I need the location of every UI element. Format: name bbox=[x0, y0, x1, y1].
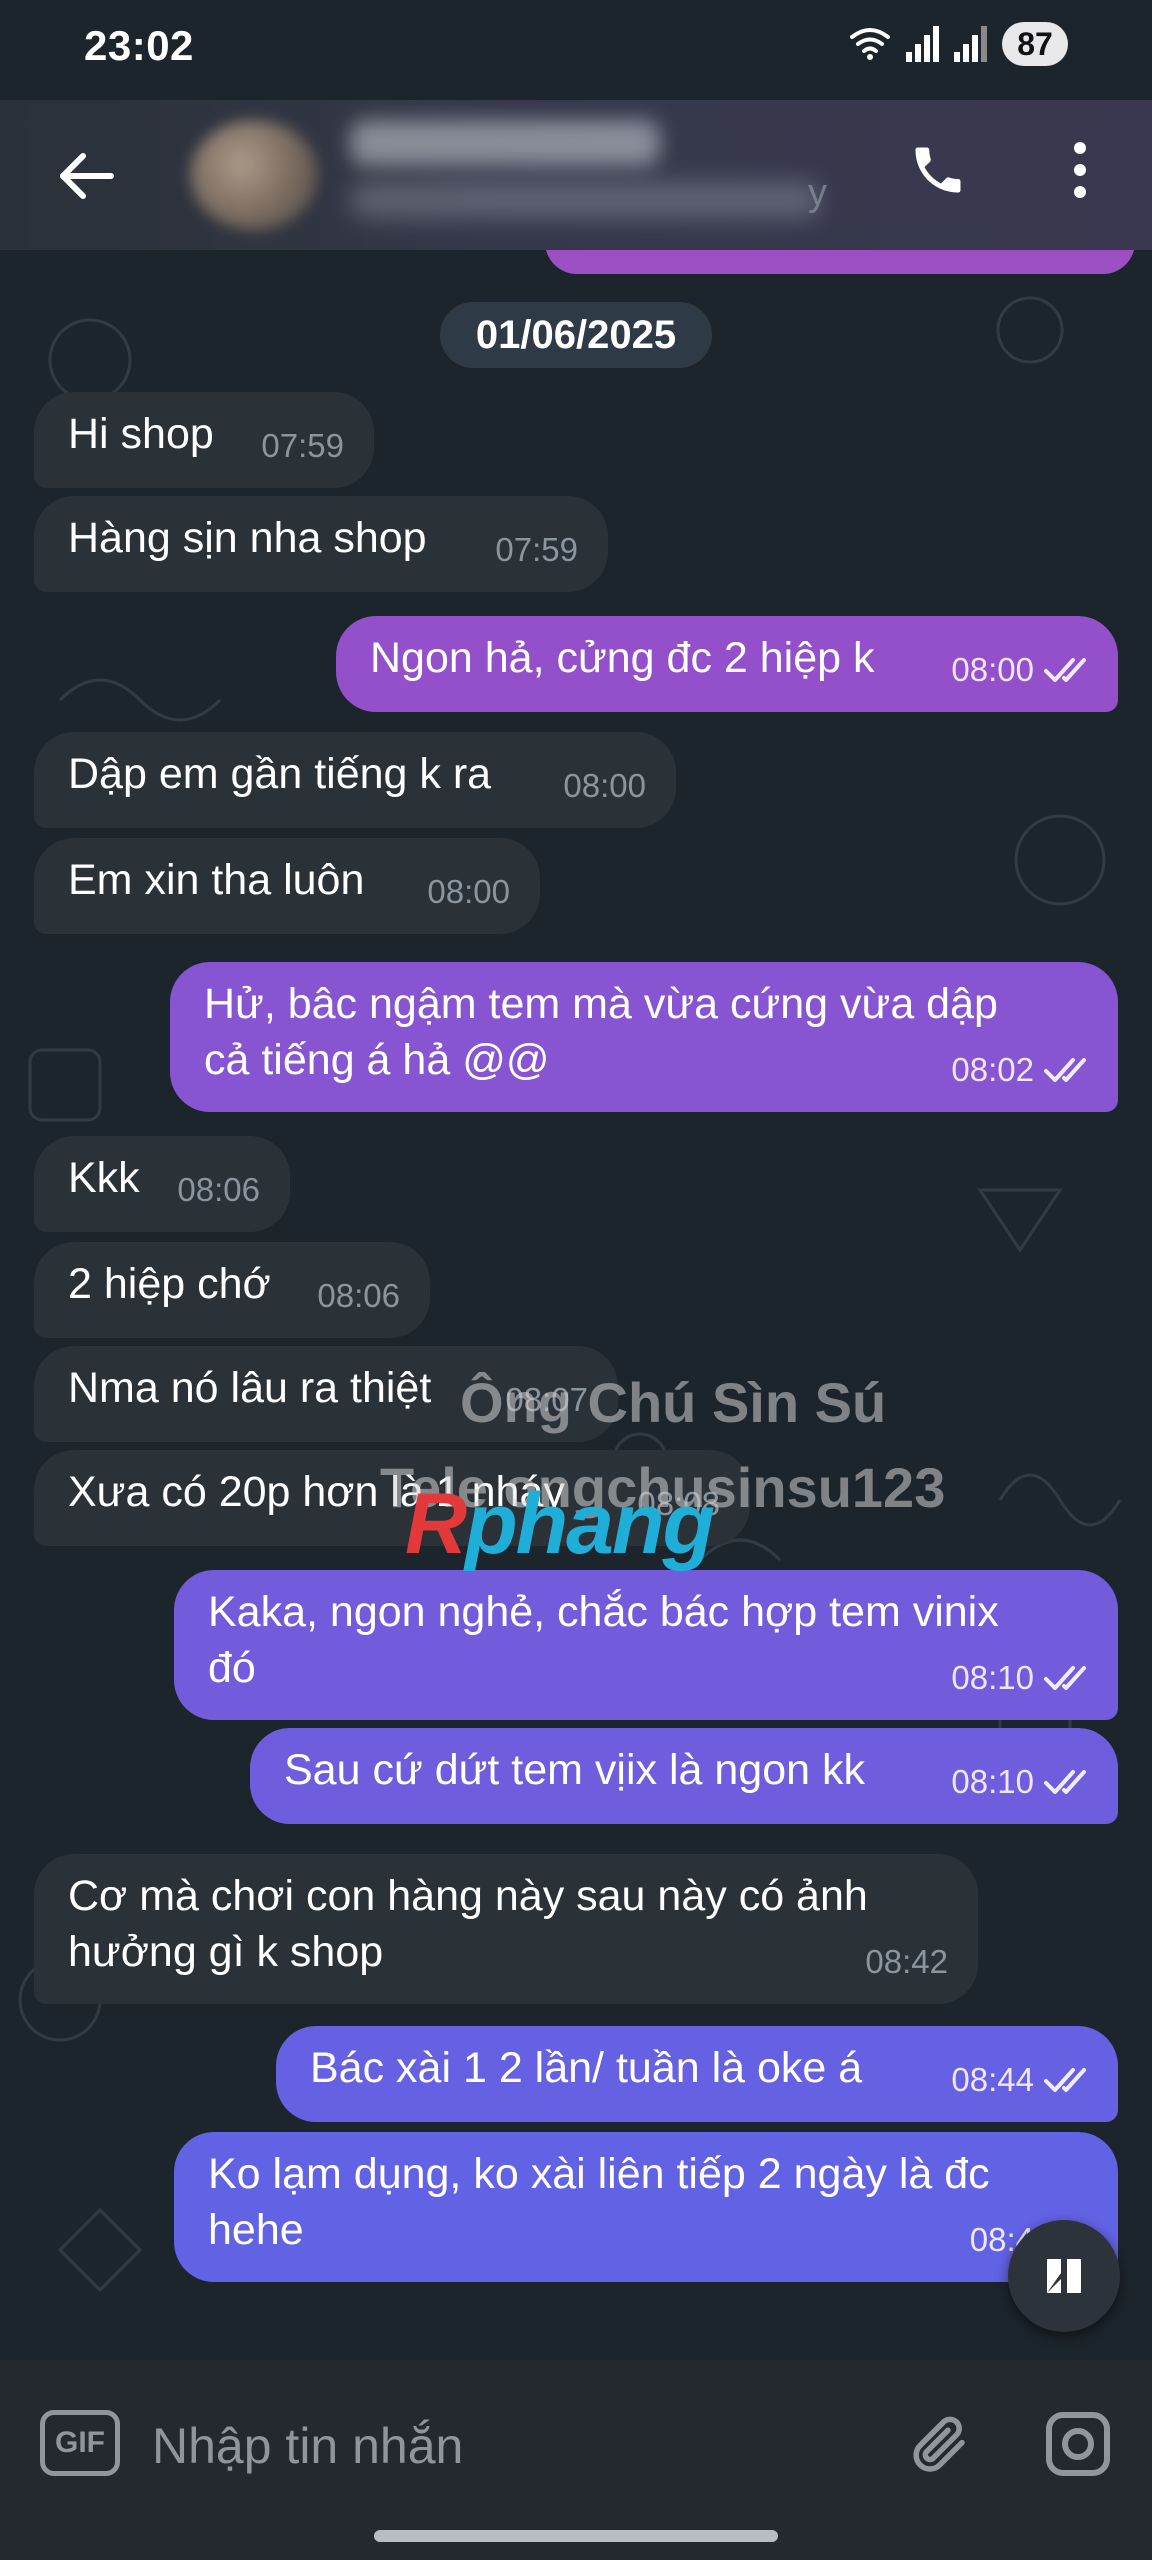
message-bubble-incoming[interactable]: Kkk 08:06 bbox=[34, 1136, 290, 1232]
message-bubble-incoming[interactable]: Hi shop 07:59 bbox=[34, 392, 374, 488]
message-meta: 08:42 bbox=[865, 1934, 948, 1990]
message-text: Dập em gần tiếng k ra bbox=[68, 750, 492, 798]
message-time: 07:59 bbox=[495, 531, 578, 568]
message-time: 08:00 bbox=[563, 767, 646, 804]
signal-icon bbox=[906, 26, 939, 62]
message-meta: 08:00 bbox=[951, 642, 1096, 698]
message-time: 08:06 bbox=[177, 1171, 260, 1208]
message-time: 08:42 bbox=[865, 1943, 948, 1980]
read-receipt-icon bbox=[1044, 2068, 1086, 2092]
message-meta: 07:59 bbox=[495, 522, 578, 578]
contact-avatar[interactable] bbox=[190, 120, 318, 230]
watermark-line1: Ông Chú Sìn Sú bbox=[460, 1371, 887, 1434]
message-list[interactable]: 01/06/2025 Hi shop 07:59 Hàng sịn nha shop… bbox=[0, 250, 1152, 2360]
message-time: 08:00 bbox=[427, 873, 510, 910]
message-bubble-outgoing[interactable]: Ngon hả, cửng đc 2 hiệp k 08:00 bbox=[336, 616, 1118, 712]
message-meta: 08:44 bbox=[951, 2052, 1096, 2108]
message-time: 08:06 bbox=[317, 1277, 400, 1314]
message-time: 08:02 bbox=[951, 1051, 1034, 1088]
read-receipt-icon bbox=[1044, 658, 1086, 682]
status-time: 23:02 bbox=[84, 22, 194, 69]
contact-name[interactable] bbox=[350, 120, 660, 166]
call-button[interactable] bbox=[898, 130, 978, 210]
message-input-bar: GIF bbox=[0, 2360, 1152, 2560]
app-logo-icon bbox=[1047, 2259, 1081, 2293]
camera-icon bbox=[1046, 2412, 1110, 2476]
message-meta: 07:59 bbox=[261, 418, 344, 474]
home-indicator[interactable] bbox=[374, 2530, 778, 2542]
message-text: Cơ mà chơi con hàng này sau này có ảnh h… bbox=[68, 1872, 868, 1976]
message-meta: 08:06 bbox=[177, 1162, 260, 1218]
status-bar: 23:02 87 bbox=[0, 0, 1152, 100]
contact-status bbox=[350, 182, 820, 218]
date-separator: 01/06/2025 bbox=[440, 302, 712, 368]
status-icons: 87 bbox=[848, 22, 1068, 66]
message-time: 07:59 bbox=[261, 427, 344, 464]
message-meta: 08:00 bbox=[563, 758, 646, 814]
message-meta: 08:10 bbox=[951, 1650, 1096, 1706]
message-time: 08:00 bbox=[951, 651, 1034, 688]
message-bubble-incoming[interactable]: Cơ mà chơi con hàng này sau này có ảnh h… bbox=[34, 1854, 978, 2004]
message-bubble-outgoing[interactable]: Hử, bâc ngậm tem mà vừa cứng vừa dập cả … bbox=[170, 962, 1118, 1112]
message-bubble-incoming[interactable]: Hàng sịn nha shop 07:59 bbox=[34, 496, 608, 592]
message-meta: 08:06 bbox=[317, 1268, 400, 1324]
paperclip-icon bbox=[913, 2416, 965, 2472]
back-button[interactable] bbox=[46, 136, 126, 216]
message-meta: 08:10 bbox=[951, 1754, 1096, 1810]
back-arrow-icon bbox=[60, 153, 114, 199]
read-receipt-icon bbox=[1044, 1666, 1086, 1690]
message-meta: 08:02 bbox=[951, 1042, 1096, 1098]
more-button[interactable] bbox=[1040, 130, 1120, 210]
message-bubble-partial[interactable] bbox=[545, 250, 1135, 274]
message-bubble-outgoing[interactable]: Bác xài 1 2 lần/ tuần là oke á 08:44 bbox=[276, 2026, 1118, 2122]
message-bubble-incoming[interactable]: 2 hiệp chớ 08:06 bbox=[34, 1242, 430, 1338]
message-bubble-outgoing[interactable]: Ko lạm dụng, ko xài liên tiếp 2 ngày là … bbox=[174, 2132, 1118, 2282]
scroll-fab-button[interactable] bbox=[1008, 2220, 1120, 2332]
message-time: 08:10 bbox=[951, 1763, 1034, 1800]
message-time: 08:10 bbox=[951, 1659, 1034, 1696]
more-vertical-icon bbox=[1074, 142, 1086, 198]
read-receipt-icon bbox=[1044, 1058, 1086, 1082]
chat-header: y bbox=[0, 100, 1152, 250]
message-bubble-outgoing[interactable]: Kaka, ngon nghẻ, chắc bác hợp tem vinix … bbox=[174, 1570, 1118, 1720]
message-input[interactable] bbox=[150, 2400, 874, 2492]
message-bubble-incoming[interactable]: Dập em gần tiếng k ra 08:00 bbox=[34, 732, 676, 828]
message-time: 08:44 bbox=[951, 2061, 1034, 2098]
message-bubble-outgoing[interactable]: Sau cứ dứt tem vịix là ngon kk 08:10 bbox=[250, 1728, 1118, 1824]
phone-icon bbox=[915, 147, 961, 193]
gif-button[interactable]: GIF bbox=[40, 2410, 120, 2476]
camera-button[interactable] bbox=[1038, 2404, 1118, 2484]
battery-indicator: 87 bbox=[1002, 22, 1068, 66]
message-bubble-incoming[interactable]: Em xin tha luôn 08:00 bbox=[34, 838, 540, 934]
watermark-logo-rest: phang bbox=[465, 1476, 715, 1572]
wifi-icon bbox=[850, 28, 890, 60]
watermark-logo-first: R bbox=[405, 1476, 467, 1572]
message-meta: 08:00 bbox=[427, 864, 510, 920]
attach-button[interactable] bbox=[900, 2404, 980, 2484]
battery-level: 87 bbox=[1017, 25, 1053, 62]
contact-status-tail: y bbox=[808, 172, 827, 214]
message-text: Ko lạm dụng, ko xài liên tiếp 2 ngày là … bbox=[208, 2150, 990, 2254]
signal-icon-2 bbox=[954, 26, 987, 62]
watermark-logo: Rphang bbox=[405, 1475, 715, 1574]
read-receipt-icon bbox=[1044, 1770, 1086, 1794]
